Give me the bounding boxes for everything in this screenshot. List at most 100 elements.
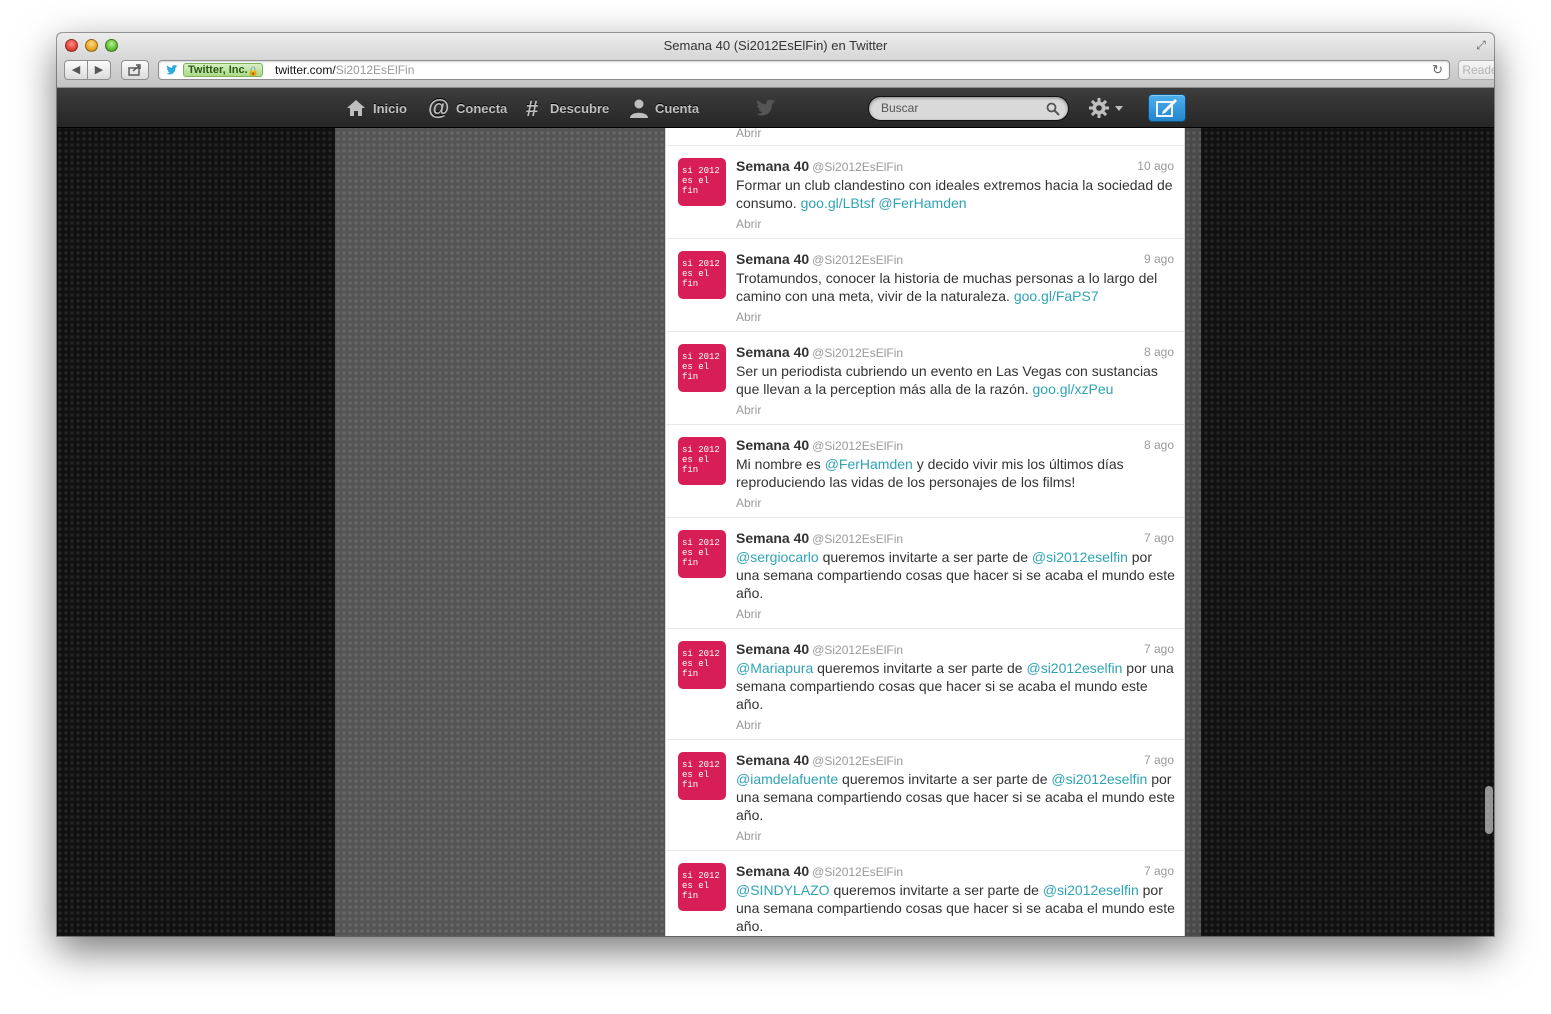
- forward-button[interactable]: ▶: [87, 60, 111, 80]
- open-tweet-link[interactable]: Abrir: [736, 829, 761, 843]
- author-name[interactable]: Semana 40: [736, 641, 809, 657]
- tweet-timestamp[interactable]: 8 ago: [1144, 345, 1174, 359]
- avatar[interactable]: si 2012 es el fin: [678, 158, 726, 206]
- open-tweet-link[interactable]: Abrir: [736, 496, 761, 510]
- nav-cuenta[interactable]: Cuenta: [629, 88, 699, 128]
- tweet-timestamp[interactable]: 7 ago: [1144, 753, 1174, 767]
- tweet[interactable]: si 2012 es el fin Semana 40 @Si2012EsElFin…: [666, 425, 1184, 518]
- tweet-text: Formar un club clandestino con ideales e…: [736, 177, 1173, 211]
- avatar[interactable]: si 2012 es el fin: [678, 251, 726, 299]
- settings-menu-button[interactable]: [1088, 97, 1128, 121]
- browser-window: Semana 40 (Si2012EsElFin) en Twitter ⤢ ◀…: [57, 33, 1494, 936]
- page-scrollbar[interactable]: [1485, 786, 1493, 834]
- lock-icon: 🔒: [247, 66, 259, 76]
- tweet-timestamp[interactable]: 7 ago: [1144, 864, 1174, 878]
- open-tweet-link[interactable]: Abrir: [736, 403, 761, 417]
- tweet-timestamp[interactable]: 7 ago: [1144, 531, 1174, 545]
- tweet-timestamp[interactable]: 10 ago: [1137, 159, 1174, 173]
- author-handle[interactable]: @Si2012EsElFin: [812, 643, 903, 657]
- tweet-link[interactable]: @si2012eselfin: [1043, 882, 1139, 898]
- tweet-link[interactable]: @FerHamden: [878, 195, 966, 211]
- author-name[interactable]: Semana 40: [736, 752, 809, 768]
- home-icon: [347, 100, 365, 116]
- open-tweet-link[interactable]: Abrir: [736, 310, 761, 324]
- fullscreen-icon[interactable]: ⤢: [1474, 38, 1488, 52]
- tweet-text: @sergiocarlo queremos invitarte a ser pa…: [736, 549, 1175, 601]
- avatar[interactable]: si 2012 es el fin: [678, 641, 726, 689]
- twitter-bird-icon: [166, 65, 178, 75]
- back-button[interactable]: ◀: [64, 60, 88, 80]
- open-tweet-link[interactable]: Abrir: [736, 718, 761, 732]
- tweet-author[interactable]: Semana 40 @Si2012EsElFin: [736, 437, 903, 453]
- avatar[interactable]: si 2012 es el fin: [678, 752, 726, 800]
- chevron-down-icon: [1115, 106, 1123, 111]
- tweet[interactable]: si 2012 es el fin Semana 40 @Si2012EsElFin…: [666, 146, 1184, 239]
- address-bar[interactable]: Twitter, Inc. 🔒 twitter.com/Si2012EsElFi…: [158, 60, 1450, 80]
- tweet-link[interactable]: goo.gl/FaPS7: [1014, 288, 1099, 304]
- avatar[interactable]: si 2012 es el fin: [678, 863, 726, 911]
- tweet-author[interactable]: Semana 40 @Si2012EsElFin: [736, 530, 903, 546]
- tweet-link[interactable]: @si2012eselfin: [1032, 549, 1128, 565]
- tweet[interactable]: si 2012 es el fin Semana 40 @Si2012EsElFin…: [666, 740, 1184, 851]
- avatar[interactable]: si 2012 es el fin: [678, 437, 726, 485]
- search-box[interactable]: [868, 96, 1069, 121]
- tweet-timestamp[interactable]: 8 ago: [1144, 438, 1174, 452]
- nav-descubre[interactable]: # Descubre: [526, 88, 609, 128]
- tweet-author[interactable]: Semana 40 @Si2012EsElFin: [736, 752, 903, 768]
- nav-conecta[interactable]: @ Conecta: [428, 88, 507, 128]
- reader-button[interactable]: Reader: [1458, 60, 1494, 80]
- tweet-link[interactable]: @iamdelafuente: [736, 771, 838, 787]
- tweet-author[interactable]: Semana 40 @Si2012EsElFin: [736, 863, 903, 879]
- author-handle[interactable]: @Si2012EsElFin: [812, 346, 903, 360]
- reload-icon[interactable]: ↻: [1432, 62, 1443, 78]
- tweet-timestamp[interactable]: 7 ago: [1144, 642, 1174, 656]
- tweet-text: @Mariapura queremos invitarte a ser part…: [736, 660, 1174, 712]
- open-tweet-link[interactable]: Abrir: [736, 217, 761, 231]
- search-icon[interactable]: [1046, 102, 1060, 116]
- tweet-link[interactable]: @si2012eselfin: [1051, 771, 1147, 787]
- compose-tweet-button[interactable]: [1148, 94, 1186, 122]
- author-handle[interactable]: @Si2012EsElFin: [812, 532, 903, 546]
- tweet-link[interactable]: @SINDYLAZO: [736, 882, 830, 898]
- open-tweet-link[interactable]: Abrir: [736, 607, 761, 621]
- tweet[interactable]: si 2012 es el fin Semana 40 @Si2012EsElFin…: [666, 332, 1184, 425]
- tweet-link[interactable]: @FerHamden: [825, 456, 913, 472]
- author-handle[interactable]: @Si2012EsElFin: [812, 439, 903, 453]
- avatar[interactable]: si 2012 es el fin: [678, 344, 726, 392]
- ev-certificate-badge[interactable]: Twitter, Inc. 🔒: [183, 63, 263, 77]
- tweet-link[interactable]: @si2012eselfin: [1026, 660, 1122, 676]
- author-name[interactable]: Semana 40: [736, 530, 809, 546]
- tweet-text: Ser un periodista cubriendo un evento en…: [736, 363, 1158, 397]
- tweet-author[interactable]: Semana 40 @Si2012EsElFin: [736, 641, 903, 657]
- author-handle[interactable]: @Si2012EsElFin: [812, 160, 903, 174]
- tweet-author[interactable]: Semana 40 @Si2012EsElFin: [736, 251, 903, 267]
- avatar[interactable]: si 2012 es el fin: [678, 530, 726, 578]
- author-handle[interactable]: @Si2012EsElFin: [812, 754, 903, 768]
- author-name[interactable]: Semana 40: [736, 863, 809, 879]
- tweet[interactable]: si 2012 es el fin Semana 40 @Si2012EsElFin…: [666, 851, 1184, 936]
- author-name[interactable]: Semana 40: [736, 437, 809, 453]
- tweet-link[interactable]: goo.gl/xzPeu: [1033, 381, 1114, 397]
- share-button[interactable]: [121, 60, 149, 80]
- title-bar: Semana 40 (Si2012EsElFin) en Twitter ⤢ ◀…: [57, 33, 1494, 88]
- tweet-timestamp[interactable]: 9 ago: [1144, 252, 1174, 266]
- tweet-link[interactable]: goo.gl/LBtsf: [801, 195, 875, 211]
- author-name[interactable]: Semana 40: [736, 344, 809, 360]
- stream-divider: [1185, 88, 1201, 936]
- tweet[interactable]: si 2012 es el fin Semana 40 @Si2012EsElFin…: [666, 239, 1184, 332]
- author-handle[interactable]: @Si2012EsElFin: [812, 253, 903, 267]
- tweet-author[interactable]: Semana 40 @Si2012EsElFin: [736, 344, 903, 360]
- tweet-link[interactable]: @Mariapura: [736, 660, 813, 676]
- open-tweet-link[interactable]: Abrir: [736, 126, 761, 140]
- tweet[interactable]: si 2012 es el fin Semana 40 @Si2012EsElFin…: [666, 518, 1184, 629]
- tweet-author[interactable]: Semana 40 @Si2012EsElFin: [736, 158, 903, 174]
- nav-label: Descubre: [550, 100, 610, 116]
- search-input[interactable]: [881, 101, 1041, 115]
- author-handle[interactable]: @Si2012EsElFin: [812, 865, 903, 879]
- author-name[interactable]: Semana 40: [736, 158, 809, 174]
- twitter-logo-icon[interactable]: [753, 96, 779, 120]
- tweet[interactable]: si 2012 es el fin Semana 40 @Si2012EsElFin…: [666, 629, 1184, 740]
- nav-inicio[interactable]: Inicio: [345, 88, 407, 128]
- tweet-link[interactable]: @sergiocarlo: [736, 549, 819, 565]
- author-name[interactable]: Semana 40: [736, 251, 809, 267]
